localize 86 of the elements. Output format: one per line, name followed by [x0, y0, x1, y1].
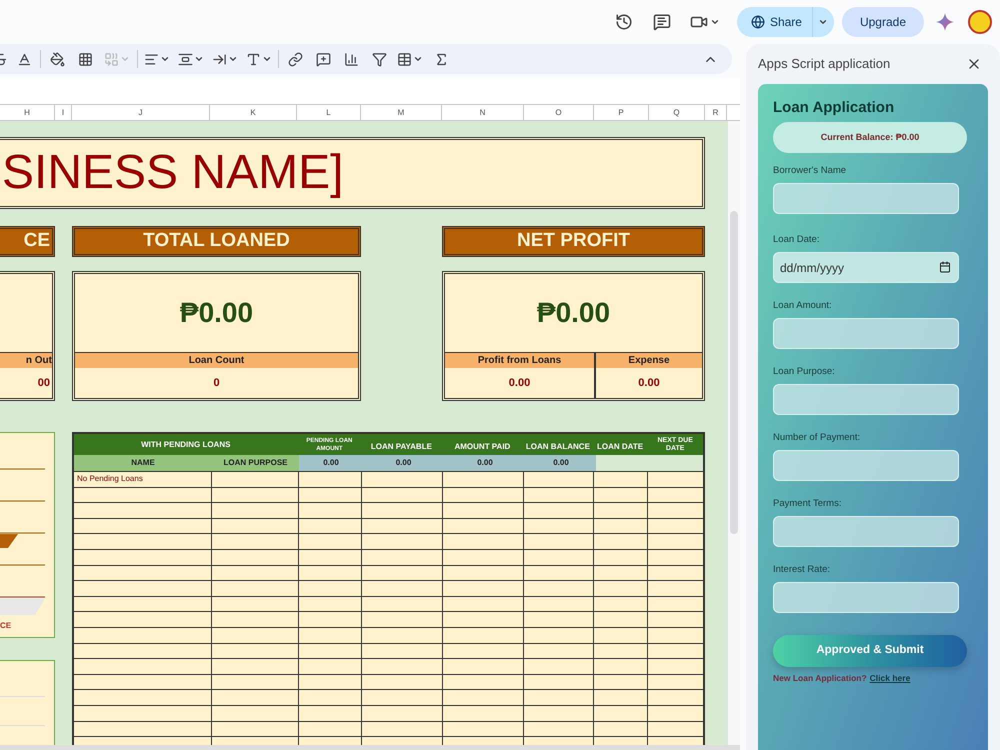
merge-icon: [104, 52, 119, 66]
field-label: Interest Rate:: [773, 564, 832, 576]
new-application-link[interactable]: Click here: [870, 672, 910, 685]
upgrade-button[interactable]: Upgrade: [842, 7, 924, 37]
history-icon: [614, 13, 633, 31]
caret-icon: [120, 54, 130, 64]
column-letter[interactable]: J: [72, 105, 210, 120]
input-field[interactable]: [773, 183, 959, 214]
globe-icon: [750, 15, 765, 29]
cell-value: 00: [36, 376, 51, 391]
panel-title: Apps Script application: [758, 55, 890, 74]
card-header: CE: [0, 226, 55, 257]
column-header: LOAN BALANCE: [524, 440, 591, 452]
field-label: Loan Amount:: [773, 300, 833, 312]
column-letter[interactable]: P: [594, 105, 649, 120]
align-icon: [144, 52, 159, 66]
column-letter[interactable]: M: [361, 105, 442, 120]
caret-icon: [194, 54, 204, 64]
cell-label: Profit from Loans: [445, 353, 594, 368]
sparkle-icon[interactable]: [936, 13, 954, 31]
caret-icon: [710, 17, 720, 27]
comment-icon: [652, 13, 671, 31]
total-cell: 0.00: [444, 455, 526, 471]
total-cell: 0.00: [299, 455, 363, 471]
total-cell: 0.00: [526, 455, 596, 471]
amount-value: ₱0.00: [536, 296, 610, 330]
column-letter[interactable]: R: [705, 105, 727, 120]
column-letter[interactable]: L: [297, 105, 361, 120]
card-header: NET PROFIT: [442, 226, 705, 257]
chart-icon: [344, 52, 358, 66]
link-icon: [288, 52, 302, 66]
caret-icon: [262, 54, 272, 64]
caret-icon: [160, 54, 170, 64]
paint-bucket-icon: [50, 52, 64, 66]
wrap-icon: [212, 52, 227, 66]
input-field[interactable]: [773, 516, 959, 547]
cell-label: Loan Count: [75, 353, 358, 368]
cell-label: Expense: [596, 353, 702, 368]
column-letter[interactable]: Q: [649, 105, 705, 120]
text-color-icon: [16, 52, 32, 66]
caret-icon: [228, 54, 238, 64]
column-header: WITH PENDING LOANS: [140, 438, 232, 450]
calendar-icon[interactable]: [939, 261, 951, 273]
column-subheader: NAME: [74, 455, 212, 471]
date-field[interactable]: dd/mm/yyyy: [773, 252, 959, 283]
input-field[interactable]: [773, 384, 959, 415]
column-letter[interactable]: O: [524, 105, 594, 120]
submit-button[interactable]: Approved & Submit: [773, 635, 967, 667]
vertical-align-icon: [178, 52, 193, 66]
borders-icon: [78, 52, 92, 66]
column-letter[interactable]: H: [0, 105, 55, 120]
balance-pill: Current Balance: ₱0.00: [773, 122, 967, 153]
footer-text: New Loan Application?: [773, 672, 867, 685]
card-header: TOTAL LOANED: [72, 226, 361, 257]
column-letter[interactable]: K: [210, 105, 297, 120]
field-label: Loan Date:: [773, 234, 820, 246]
business-name-banner: SINESS NAME]: [0, 137, 705, 209]
cell-value: 0.00: [508, 376, 532, 391]
column-header: LOAN PAYABLE: [370, 440, 433, 452]
caret-icon: [413, 54, 423, 64]
column-letter[interactable]: I: [55, 105, 72, 120]
chart-label: CE: [0, 621, 12, 631]
avatar[interactable]: [968, 10, 992, 34]
caret-icon: [818, 17, 828, 27]
filter-icon: [372, 52, 386, 66]
cell-label: n Out: [0, 353, 52, 368]
field-label: Borrower's Name: [773, 165, 848, 177]
cell-value: 0: [212, 376, 221, 391]
field-label: Payment Terms:: [773, 498, 842, 510]
form-title: Loan Application: [773, 98, 896, 118]
comment-add-icon: [316, 52, 330, 66]
column-header: AMOUNT PAID: [453, 440, 512, 452]
input-field[interactable]: [773, 318, 959, 349]
table-cell-text: No Pending Loans: [76, 473, 143, 486]
total-cell: 0.00: [363, 455, 444, 471]
field-label: Number of Payment:: [773, 432, 862, 444]
column-header: LOAN DATE: [596, 440, 644, 452]
column-letter[interactable]: N: [442, 105, 524, 120]
input-field[interactable]: [773, 582, 959, 613]
scrollbar-thumb[interactable]: [730, 211, 738, 534]
field-label: Loan Purpose:: [773, 366, 836, 378]
input-field[interactable]: [773, 450, 959, 481]
cell-value: 0.00: [637, 376, 661, 391]
amount-value: ₱0.00: [180, 296, 254, 330]
table-icon: [397, 52, 412, 66]
column-subheader: LOAN PURPOSE: [212, 455, 299, 471]
